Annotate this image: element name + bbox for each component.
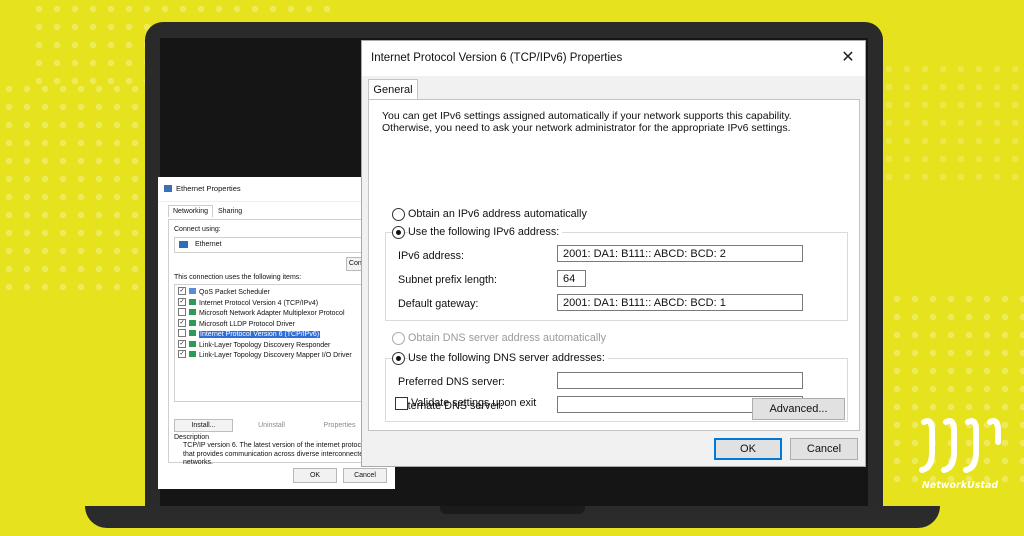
- description-label: Description: [174, 434, 210, 441]
- intro-line: You can get IPv6 settings assigned autom…: [382, 110, 792, 122]
- ipv6-address-label: IPv6 address:: [398, 250, 465, 262]
- ethernet-title: Ethernet Properties: [176, 184, 241, 193]
- item-label: Microsoft LLDP Protocol Driver: [199, 320, 295, 328]
- validate-checkbox[interactable]: [395, 397, 408, 410]
- preferred-dns-field[interactable]: [557, 372, 803, 389]
- item-label: Internet Protocol Version 6 (TCP/IPv6): [199, 331, 321, 338]
- default-gateway-label: Default gateway:: [398, 298, 479, 310]
- obtain-dns-auto-label: Obtain DNS server address automatically: [408, 332, 607, 344]
- item-label: Microsoft Network Adapter Multiplexor Pr…: [199, 310, 345, 317]
- obtain-ipv6-auto-radio[interactable]: [392, 208, 405, 221]
- validate-label: Validate settings upon exit: [411, 397, 537, 409]
- intro-text: You can get IPv6 settings assigned autom…: [382, 110, 852, 134]
- ethernet-cancel-button[interactable]: Cancel: [343, 468, 387, 483]
- description-line: networks.: [183, 459, 213, 466]
- item-icon: [189, 288, 196, 295]
- default-gateway-field[interactable]: 2001: DA1: B111:: ABCD: BCD: 1: [557, 294, 803, 311]
- preferred-dns-label: Preferred DNS server:: [398, 376, 505, 388]
- ethernet-properties-window: Ethernet Properties Networking Sharing C…: [158, 177, 395, 489]
- uninstall-button[interactable]: Uninstall: [242, 419, 301, 432]
- brand-logo: NetworkUstad: [910, 412, 1010, 492]
- item-icon: [189, 330, 196, 337]
- list-item[interactable]: ✓ Microsoft LLDP Protocol Driver: [178, 318, 295, 330]
- ok-button[interactable]: OK: [714, 438, 782, 460]
- ethernet-ok-button[interactable]: OK: [293, 468, 337, 483]
- item-label: Link-Layer Topology Discovery Responder: [199, 341, 331, 349]
- description-line: that provides communication across diver…: [183, 450, 368, 458]
- cancel-button[interactable]: Cancel: [790, 438, 858, 460]
- item-label: Link-Layer Topology Discovery Mapper I/O…: [199, 352, 352, 359]
- ipv6-address-field[interactable]: 2001: DA1: B111:: ABCD: BCD: 2: [557, 245, 803, 262]
- decor-dots: [0, 80, 140, 300]
- item-checkbox[interactable]: [178, 329, 186, 338]
- adapter-icon: [179, 241, 188, 248]
- close-icon[interactable]: ✕: [839, 49, 857, 67]
- laptop-notch: [440, 506, 585, 514]
- adapter-box: Ethernet: [174, 237, 386, 253]
- list-item[interactable]: Microsoft Network Adapter Multiplexor Pr…: [178, 308, 345, 319]
- obtain-dns-auto-radio[interactable]: [392, 332, 405, 345]
- ethernet-panel: Connect using: Ethernet Configure... Thi…: [168, 219, 392, 466]
- install-button[interactable]: Install...: [174, 419, 233, 432]
- list-item[interactable]: ✓ Internet Protocol Version 4 (TCP/IPv4): [178, 297, 319, 309]
- network-icon: [164, 185, 172, 192]
- description-text: TCP/IP version 6. The latest version of …: [183, 442, 373, 468]
- tab-sharing[interactable]: Sharing: [213, 205, 247, 217]
- ipv6-properties-dialog: Internet Protocol Version 6 (TCP/IPv6) P…: [361, 40, 866, 467]
- items-label: This connection uses the following items…: [174, 274, 302, 281]
- item-label: QoS Packet Scheduler: [199, 289, 270, 296]
- connect-using-label: Connect using:: [174, 226, 221, 233]
- subnet-prefix-label: Subnet prefix length:: [398, 274, 498, 286]
- list-item[interactable]: ✓ Link-Layer Topology Discovery Mapper I/…: [178, 350, 352, 361]
- item-icon: [189, 309, 196, 316]
- item-checkbox[interactable]: ✓: [178, 339, 186, 348]
- use-following-dns-label: Use the following DNS server addresses:: [408, 352, 608, 364]
- ethernet-tabs: Networking Sharing: [168, 205, 247, 217]
- ethernet-titlebar: Ethernet Properties: [158, 177, 395, 202]
- items-list: ✓ QoS Packet Scheduler ✓ Internet Protocol…: [174, 284, 387, 402]
- decor-dots: [880, 60, 1020, 180]
- obtain-ipv6-auto-label: Obtain an IPv6 address automatically: [408, 208, 587, 220]
- brand-name: NetworkUstad: [921, 480, 999, 491]
- item-label: Internet Protocol Version 4 (TCP/IPv4): [199, 299, 319, 307]
- item-icon: [189, 319, 196, 326]
- tab-networking[interactable]: Networking: [168, 205, 214, 217]
- subnet-prefix-field[interactable]: 64: [557, 270, 586, 287]
- intro-line: Otherwise, you need to ask your network …: [382, 122, 791, 134]
- item-icon: [189, 340, 196, 347]
- dialog-titlebar: Internet Protocol Version 6 (TCP/IPv6) P…: [362, 41, 865, 76]
- item-icon: [189, 298, 196, 305]
- use-following-dns-radio[interactable]: [392, 352, 405, 365]
- item-checkbox[interactable]: ✓: [178, 318, 186, 327]
- description-line: TCP/IP version 6. The latest version of …: [183, 442, 367, 449]
- item-icon: [189, 351, 196, 358]
- list-item[interactable]: ✓ Link-Layer Topology Discovery Responder: [178, 339, 331, 351]
- list-item-selected[interactable]: Internet Protocol Version 6 (TCP/IPv6): [178, 329, 321, 340]
- item-checkbox[interactable]: [178, 308, 186, 317]
- advanced-button[interactable]: Advanced...: [752, 398, 845, 420]
- list-item[interactable]: ✓ QoS Packet Scheduler: [178, 287, 270, 298]
- adapter-name: Ethernet: [195, 241, 222, 248]
- item-buttons: Install... Uninstall Properties: [174, 419, 385, 432]
- general-panel: You can get IPv6 settings assigned autom…: [368, 99, 860, 431]
- dialog-title: Internet Protocol Version 6 (TCP/IPv6) P…: [371, 52, 623, 64]
- brand-mark-icon: [919, 418, 1001, 473]
- item-checkbox[interactable]: ✓: [178, 287, 186, 296]
- tab-general[interactable]: General: [368, 79, 418, 100]
- use-following-ipv6-label: Use the following IPv6 address:: [408, 226, 563, 238]
- use-following-ipv6-radio[interactable]: [392, 226, 405, 239]
- item-checkbox[interactable]: ✓: [178, 350, 186, 359]
- item-checkbox[interactable]: ✓: [178, 297, 186, 306]
